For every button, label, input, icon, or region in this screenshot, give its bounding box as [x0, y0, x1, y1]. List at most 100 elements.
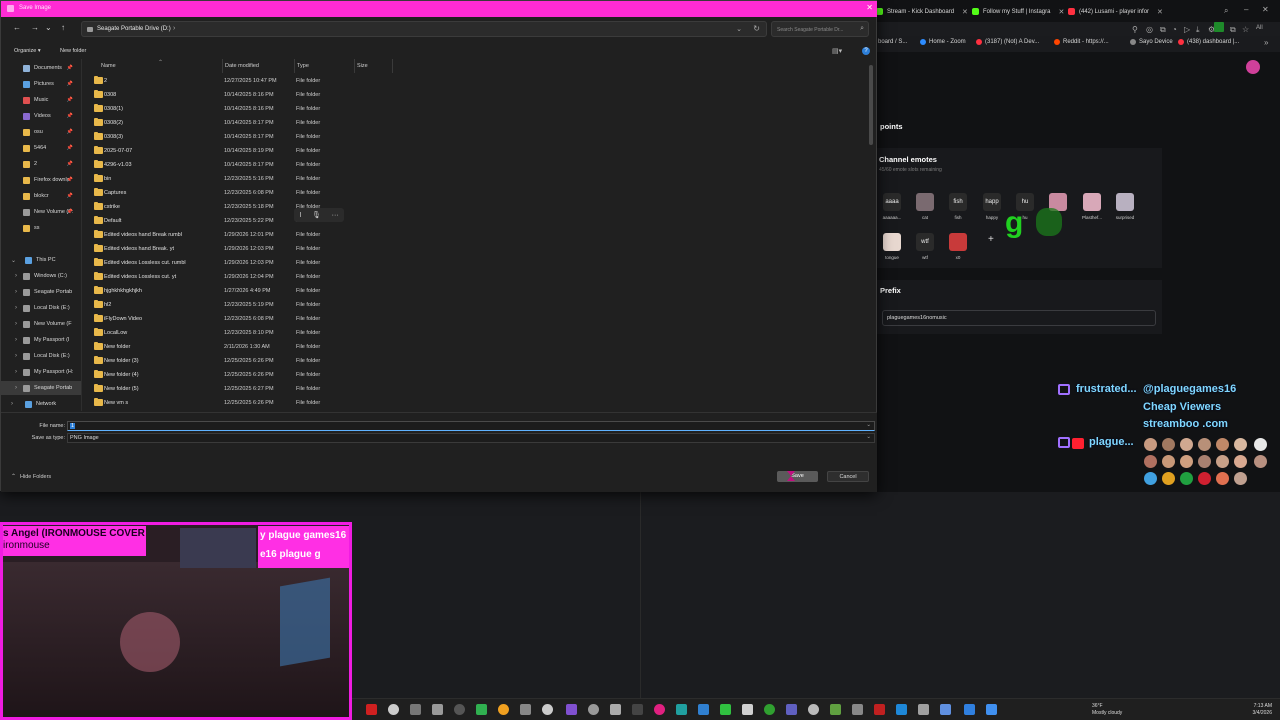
chevron-right-icon[interactable]: › [15, 321, 17, 327]
chevron-right-icon[interactable]: › [15, 273, 17, 279]
file-row[interactable]: New folder 2/11/2026 1:30 AM File folder [89, 340, 409, 354]
text-cursor-icon[interactable]: I [299, 212, 301, 219]
app-icon[interactable] [610, 704, 621, 715]
close-icon[interactable]: ✕ [962, 8, 968, 16]
organize-button[interactable]: Organize ▾ [14, 48, 41, 54]
nav-item[interactable]: osu 📌 [1, 125, 81, 139]
pin-icon[interactable]: 📌 [67, 145, 73, 151]
nav-item[interactable]: Pictures 📌 [1, 77, 81, 91]
app-icon[interactable] [476, 704, 487, 715]
up-icon[interactable]: ↑ [61, 23, 65, 32]
pin-icon[interactable]: 📌 [67, 113, 73, 119]
extension-icon[interactable] [1214, 22, 1224, 32]
chevron-right-icon[interactable]: › [15, 289, 17, 295]
chevron-right-icon[interactable]: » [1264, 38, 1268, 47]
app-icon[interactable] [830, 704, 841, 715]
emote-tile[interactable]: wtf wtf [910, 233, 940, 269]
bookmark-item[interactable]: (438) dashboard |... [1178, 39, 1239, 45]
app-icon[interactable] [410, 704, 421, 715]
app-icon[interactable] [940, 704, 951, 715]
file-row[interactable]: LocalLow 12/23/2025 8:10 PM File folder [89, 326, 409, 340]
app-icon[interactable] [542, 704, 553, 715]
nav-item[interactable]: › Seagate Portab [1, 381, 81, 395]
column-separator[interactable] [392, 59, 393, 73]
forward-icon[interactable]: → [31, 23, 39, 32]
column-separator[interactable] [354, 59, 355, 73]
nav-item[interactable]: 5464 📌 [1, 141, 81, 155]
app-icon[interactable] [986, 704, 997, 715]
nav-item[interactable]: › Network [1, 397, 81, 411]
pin-icon[interactable]: 📌 [67, 129, 73, 135]
pin-icon[interactable]: 📌 [67, 161, 73, 167]
nav-item[interactable] [1, 237, 81, 251]
file-row[interactable]: 0308(2) 10/14/2025 8:17 PM File folder [89, 116, 409, 130]
bookmark-item[interactable]: Home - Zoom [920, 39, 966, 45]
nav-item[interactable]: › Local Disk (E:) [1, 301, 81, 315]
app-icon[interactable] [566, 704, 577, 715]
app-icon[interactable] [808, 704, 819, 715]
pin-icon[interactable]: 📌 [67, 209, 73, 215]
help-icon[interactable]: ? [862, 47, 870, 55]
app-icon[interactable] [520, 704, 531, 715]
camera-icon[interactable] [432, 704, 443, 715]
file-row[interactable]: 0308 10/14/2025 8:16 PM File folder [89, 88, 409, 102]
file-row[interactable]: bin 12/23/2025 5:16 PM File folder [89, 172, 409, 186]
cancel-button[interactable]: Cancel [827, 471, 869, 482]
emote-tile[interactable]: Plasthef... [1077, 193, 1107, 229]
avatar[interactable] [1246, 60, 1260, 74]
chevron-up-icon[interactable]: ⌃ [11, 473, 16, 480]
app-icon[interactable] [498, 704, 509, 715]
bookmark-item[interactable]: board / S... [878, 39, 907, 45]
chevron-right-icon[interactable]: › [15, 337, 17, 343]
nav-item[interactable]: Videos 📌 [1, 109, 81, 123]
pin-icon[interactable]: 📌 [67, 81, 73, 87]
weather-temp[interactable]: 36°F [1092, 703, 1103, 709]
app-icon[interactable] [366, 704, 377, 715]
download-icon[interactable]: ⤓ [1196, 25, 1200, 35]
nav-item[interactable]: Firefox downlo 📌 [1, 173, 81, 187]
file-row[interactable]: cstrike 12/23/2025 5:18 PM File folder [89, 200, 409, 214]
column-separator[interactable] [222, 59, 223, 73]
mic-icon[interactable]: 🎙 [312, 211, 321, 219]
browser-tab[interactable]: Follow my Stuff | Instagra ✕ [972, 5, 1064, 18]
nav-item[interactable]: › New Volume (F [1, 317, 81, 331]
scrollbar-thumb[interactable] [869, 65, 873, 145]
app-icon[interactable] [588, 704, 599, 715]
nav-item[interactable]: 2 📌 [1, 157, 81, 171]
file-row[interactable]: 2025-07-07 10/14/2025 8:19 PM File folder [89, 144, 409, 158]
clock-time[interactable]: 7:13 AM [1232, 703, 1272, 709]
tabs-icon[interactable]: ⧉ [1230, 25, 1236, 35]
address-bar[interactable]: Seagate Portable Drive (D:) › ⌄ ↻ [81, 21, 767, 37]
emote-tile[interactable]: tongue [877, 233, 907, 269]
close-icon[interactable]: ✕ [1058, 8, 1064, 16]
extension-icon[interactable]: ◎ [1146, 25, 1153, 34]
nav-item[interactable]: ⌄ This PC [1, 253, 81, 267]
chevron-right-icon[interactable]: › [11, 401, 13, 407]
clock-date[interactable]: 3/4/2026 [1232, 710, 1272, 716]
file-row[interactable]: Edited videos Lossless cut. rumbl 1/29/20… [89, 256, 409, 270]
file-row[interactable]: New folder (5) 12/25/2025 6:27 PM File fol… [89, 382, 409, 396]
nav-item[interactable]: › Local Disk (E:) [1, 349, 81, 363]
pin-icon[interactable]: 📌 [67, 65, 73, 71]
app-icon[interactable] [388, 704, 399, 715]
app-icon[interactable] [720, 704, 731, 715]
pin-icon[interactable]: 📌 [67, 97, 73, 103]
hide-folders-button[interactable]: Hide Folders [20, 474, 51, 480]
app-icon[interactable] [786, 704, 797, 715]
column-separator[interactable] [294, 59, 295, 73]
app-icon[interactable] [698, 704, 709, 715]
bookmark-item[interactable]: (3187) (Not) A Dev... [976, 39, 1039, 45]
chevron-right-icon[interactable]: › [173, 25, 175, 32]
file-row[interactable]: iFlyDown Video 12/23/2025 6:08 PM File fol… [89, 312, 409, 326]
file-row[interactable]: Edited videos hand Break. yt 1/29/2026 12… [89, 242, 409, 256]
more-icon[interactable]: ··· [332, 212, 339, 219]
file-row[interactable]: 4296-v1.03 10/14/2025 8:17 PM File folder [89, 158, 409, 172]
emote-tile[interactable]: fish fish [943, 193, 973, 229]
nav-item[interactable]: Music 📌 [1, 93, 81, 107]
close-icon[interactable]: ✕ [866, 3, 873, 12]
nav-item[interactable]: › Seagate Portab [1, 285, 81, 299]
file-row[interactable]: hjghkhkhgkhjkh 1/27/2026 4:49 PM File fold… [89, 284, 409, 298]
app-icon[interactable] [874, 704, 885, 715]
add-emote-button[interactable]: + [988, 234, 994, 245]
browser-tab[interactable]: (442) Lusami - player infor ✕ [1068, 5, 1163, 18]
